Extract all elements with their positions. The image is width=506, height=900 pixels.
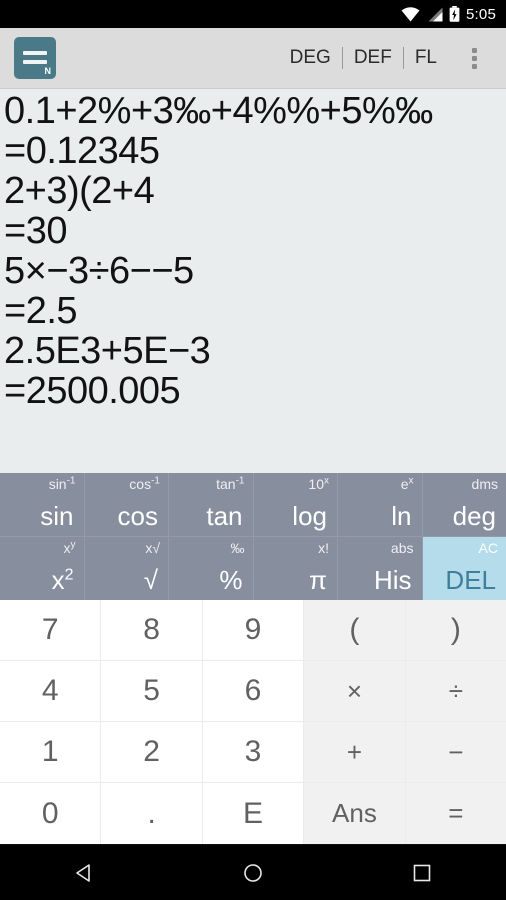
pi-key-label: π (309, 565, 327, 595)
digit-6-key[interactable]: 6 (202, 661, 305, 722)
square-key-secondary-label: xy (63, 538, 76, 556)
logo-bar-bottom (23, 60, 47, 64)
close-paren-key[interactable]: ) (405, 600, 506, 661)
status-clock: 5:05 (466, 5, 496, 23)
digit-1-key[interactable]: 1 (0, 722, 102, 783)
ln-key[interactable]: ex ln (338, 473, 423, 537)
history-key-secondary-label: abs (390, 539, 414, 556)
precision-mode-button[interactable]: FL (404, 47, 448, 69)
sin-key-secondary-label: sin-1 (48, 475, 76, 492)
calculation-display[interactable]: 0.1+2%+3‰+4%%+5%‰ =0.12345 2+3)(2+4 =30 … (0, 88, 506, 473)
display-line: 5×−3÷6−−5 (4, 250, 194, 292)
log-key-secondary-label: 10x (308, 475, 329, 492)
log-key[interactable]: 10x log (253, 473, 338, 537)
digit-7-key[interactable]: 7 (0, 600, 102, 661)
overflow-dot (471, 63, 477, 69)
equals-key[interactable]: = (405, 783, 506, 844)
mode-indicators: DEG DEF FL (279, 28, 448, 88)
home-nav-icon (244, 863, 262, 882)
overflow-dot (471, 47, 477, 53)
square-key[interactable]: xy x2 (0, 536, 85, 600)
digit-3-key[interactable]: 3 (202, 722, 305, 783)
display-line: =30 (4, 210, 67, 252)
cos-key-secondary-label: cos-1 (129, 475, 160, 492)
pi-key[interactable]: x! π (253, 536, 338, 600)
minus-key[interactable]: − (405, 722, 506, 783)
sin-key[interactable]: sin-1 sin (0, 473, 85, 537)
sqrt-key-secondary-label: x√ (145, 539, 160, 556)
percent-key-label: % (219, 565, 243, 595)
home-nav-button[interactable] (223, 845, 283, 900)
cell-signal-icon (428, 7, 443, 21)
number-keypad: 7 8 9 ( ) 4 5 6 × ÷ 1 2 3 + − 0 . E Ans … (0, 600, 506, 844)
history-key-label: His (373, 565, 412, 595)
number-row-1: 7 8 9 ( ) (0, 600, 506, 661)
deg-key-secondary-label: dms (471, 476, 498, 492)
function-row-2: xy x2 x√ √ ‰ % x! π abs His AC DEL (0, 536, 506, 600)
exponent-key[interactable]: E (202, 783, 305, 844)
app-logo-icon[interactable]: N (14, 37, 56, 79)
multiply-key[interactable]: × (304, 661, 406, 722)
ln-key-label: ln (391, 500, 412, 531)
digit-2-key[interactable]: 2 (101, 722, 203, 783)
number-row-2: 4 5 6 × ÷ (0, 661, 506, 722)
display-line: 2.5E3+5E−3 (4, 330, 211, 372)
app-bar: N DEG DEF FL (0, 28, 506, 88)
delete-key[interactable]: AC DEL (422, 536, 506, 600)
digit-4-key[interactable]: 4 (0, 661, 102, 722)
wifi-icon (401, 6, 420, 21)
function-row-1: sin-1 sin cos-1 cos tan-1 tan 10x log ex… (0, 473, 506, 537)
android-nav-bar (0, 844, 506, 900)
digit-8-key[interactable]: 8 (101, 600, 203, 661)
back-nav-icon (76, 863, 91, 882)
logo-badge-label: N (44, 66, 52, 76)
recents-nav-button[interactable] (392, 845, 452, 900)
cos-key-label: cos (117, 500, 158, 531)
sqrt-key-label: √ (143, 565, 158, 595)
pi-key-secondary-label: x! (318, 539, 329, 556)
plus-key[interactable]: + (304, 722, 406, 783)
ln-key-secondary-label: ex (400, 475, 414, 492)
square-key-label: x2 (51, 565, 74, 595)
open-paren-key[interactable]: ( (304, 600, 406, 661)
sin-key-label: sin (40, 500, 74, 531)
tan-key-secondary-label: tan-1 (216, 475, 245, 492)
display-line: =0.12345 (4, 130, 160, 172)
clear-all-secondary-label: AC (478, 539, 498, 556)
battery-charging-icon (449, 6, 460, 22)
notation-mode-button[interactable]: DEF (343, 47, 403, 69)
log-key-label: log (292, 500, 327, 531)
tan-key[interactable]: tan-1 tan (169, 473, 254, 537)
delete-key-label: DEL (445, 565, 496, 595)
percent-key[interactable]: ‰ % (169, 536, 254, 600)
decimal-point-key[interactable]: . (101, 783, 203, 844)
function-keypad: sin-1 sin cos-1 cos tan-1 tan 10x log ex… (0, 473, 506, 600)
number-row-4: 0 . E Ans = (0, 783, 506, 844)
digit-5-key[interactable]: 5 (101, 661, 203, 722)
percent-key-secondary-label: ‰ (230, 539, 245, 556)
cos-key[interactable]: cos-1 cos (84, 473, 169, 537)
logo-bar-top (23, 51, 47, 55)
display-line: =2.5 (4, 290, 78, 332)
answer-key[interactable]: Ans (304, 783, 406, 844)
deg-key[interactable]: dms deg (422, 473, 506, 537)
calculator-app: 5:05 N DEG DEF FL 0.1+2%+3‰+4%%+5%‰ =0.1… (0, 0, 506, 900)
digit-9-key[interactable]: 9 (202, 600, 305, 661)
display-line: 0.1+2%+3‰+4%%+5%‰ (4, 90, 433, 132)
recents-nav-icon (413, 864, 430, 881)
overflow-dot (471, 55, 477, 61)
status-bar: 5:05 (0, 0, 506, 28)
history-key[interactable]: abs His (338, 536, 423, 600)
number-row-3: 1 2 3 + − (0, 722, 506, 783)
angle-mode-button[interactable]: DEG (279, 47, 342, 69)
tan-key-label: tan (206, 500, 243, 531)
overflow-menu-button[interactable] (462, 28, 486, 88)
divide-key[interactable]: ÷ (405, 661, 506, 722)
display-line: =2500.005 (4, 370, 181, 412)
deg-key-label: deg (452, 500, 496, 531)
display-line: 2+3)(2+4 (4, 170, 155, 212)
digit-0-key[interactable]: 0 (0, 783, 102, 844)
back-nav-button[interactable] (54, 845, 114, 900)
sqrt-key[interactable]: x√ √ (84, 536, 169, 600)
